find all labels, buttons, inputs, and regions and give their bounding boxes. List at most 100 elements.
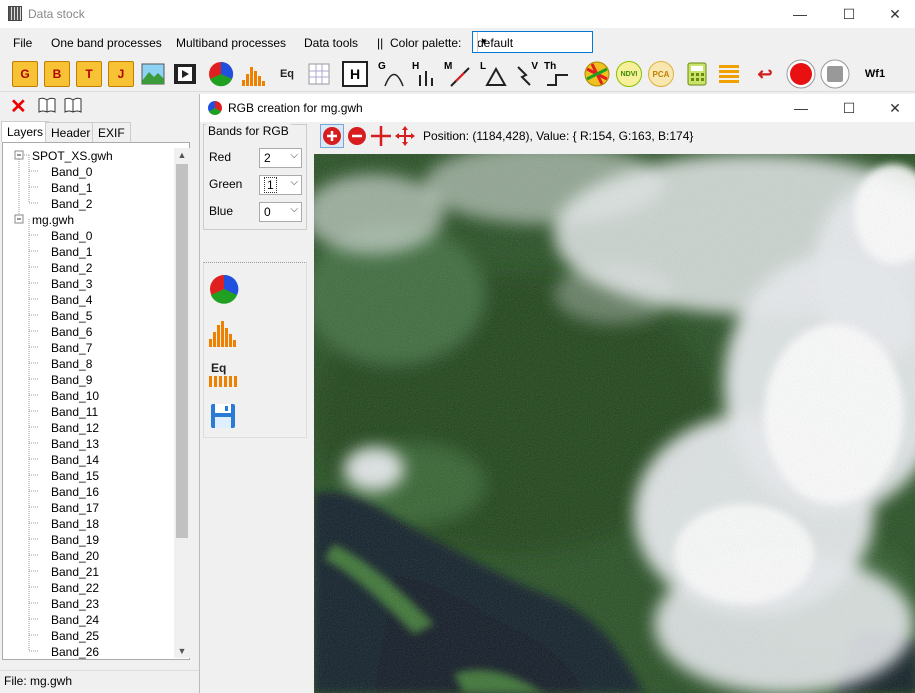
tree-scrollbar[interactable]: ▲ ▼ [174, 148, 190, 658]
tree-item-band[interactable]: Band_4 [51, 292, 92, 308]
tree-item-band[interactable]: Band_21 [51, 564, 99, 580]
b-file-icon[interactable]: B [44, 61, 70, 87]
blue-select[interactable]: 0 ⌵ [259, 202, 302, 222]
wf-icon[interactable]: Wf1 [860, 61, 890, 87]
pca-icon[interactable]: PCA [648, 61, 674, 87]
tree-item-band[interactable]: Band_8 [51, 356, 92, 372]
tree-item-band[interactable]: Band_22 [51, 580, 99, 596]
film-icon[interactable] [172, 61, 198, 87]
tree-item-band[interactable]: Band_25 [51, 628, 99, 644]
equalize-icon[interactable]: Eq [274, 61, 300, 87]
histogram-icon[interactable] [208, 319, 238, 350]
green-select[interactable]: 1 ⌵ [259, 175, 302, 195]
h-icon[interactable]: H [342, 61, 368, 87]
palette-select[interactable]: default ▼ [472, 31, 593, 53]
tree-item-band[interactable]: Band_23 [51, 596, 99, 612]
minimize-button[interactable]: — [777, 0, 823, 28]
tree-item-band[interactable]: Band_24 [51, 612, 99, 628]
triangle-icon[interactable]: L [480, 61, 507, 87]
g-file-icon[interactable]: G [12, 61, 38, 87]
maximize-button[interactable]: ☐ [826, 0, 872, 28]
book-icon[interactable] [64, 96, 82, 117]
minimize-button[interactable]: — [778, 94, 824, 122]
list-icon[interactable] [716, 61, 742, 87]
equalize-icon[interactable]: Eq [208, 359, 238, 390]
classify-icon[interactable] [584, 61, 610, 87]
save-icon[interactable] [210, 403, 236, 432]
window-title: Data stock [28, 7, 85, 21]
menu-one-band[interactable]: One band processes [51, 36, 162, 50]
chevron-down-icon[interactable]: ▼ [477, 32, 490, 52]
tree-item-band[interactable]: Band_3 [51, 276, 92, 292]
crosshair-icon[interactable] [370, 125, 392, 150]
calculator-icon[interactable] [684, 61, 710, 87]
scrollbar-thumb[interactable] [176, 164, 188, 538]
gauss-icon[interactable]: G [378, 61, 404, 87]
record-icon[interactable] [786, 59, 816, 89]
layer-toolbar: ✕ [0, 92, 200, 120]
tree-item-band[interactable]: Band_11 [51, 404, 98, 420]
chevron-up-icon[interactable]: ▲ [174, 148, 190, 162]
zoom-out-icon[interactable] [346, 125, 368, 150]
maximize-button[interactable]: ☐ [826, 94, 872, 122]
delete-icon[interactable]: ✕ [10, 94, 27, 119]
rgb-icon[interactable] [208, 273, 240, 308]
tree-item-band[interactable]: Band_1 [51, 244, 92, 260]
tab-header[interactable]: Header [45, 122, 97, 142]
zoom-in-icon[interactable] [320, 124, 344, 151]
lightning-icon[interactable]: V [512, 61, 538, 87]
tree-item-band[interactable]: Band_13 [51, 436, 99, 452]
tree-item-band[interactable]: Band_26 [51, 644, 99, 659]
tree-item-band[interactable]: Band_2 [51, 260, 92, 276]
tree-item-band[interactable]: Band_10 [51, 388, 99, 404]
tree-item-band[interactable]: Band_2 [51, 196, 92, 212]
tree-item-band[interactable]: Band_0 [51, 228, 92, 244]
move-icon[interactable] [394, 125, 416, 150]
m-curve-icon[interactable]: M [444, 61, 470, 87]
ndvi-icon[interactable]: NDVI [616, 61, 642, 87]
j-file-icon[interactable]: J [108, 61, 134, 87]
tree-item-band[interactable]: Band_1 [51, 180, 92, 196]
menu-multiband[interactable]: Multiband processes [176, 36, 286, 50]
grid-icon[interactable] [306, 61, 332, 87]
tree-node-mg[interactable]: mg.gwh [32, 212, 74, 228]
tree-item-band[interactable]: Band_18 [51, 516, 99, 532]
threshold-icon[interactable]: Th [544, 61, 570, 87]
tree-item-band[interactable]: Band_19 [51, 532, 99, 548]
stop-icon[interactable] [820, 59, 850, 89]
tree-node-spot[interactable]: SPOT_XS.gwh [32, 148, 113, 164]
close-button[interactable]: ✕ [872, 0, 915, 28]
tree-item-band[interactable]: Band_15 [51, 468, 99, 484]
red-value: 2 [264, 151, 271, 165]
tree-item-band[interactable]: Band_20 [51, 548, 99, 564]
menu-file[interactable]: File [13, 36, 32, 50]
t-file-icon[interactable]: T [76, 61, 102, 87]
menu-data-tools[interactable]: Data tools [304, 36, 358, 50]
tree-item-band[interactable]: Band_6 [51, 324, 92, 340]
satellite-image[interactable] [314, 154, 915, 693]
tree-item-band[interactable]: Band_17 [51, 500, 99, 516]
bands-legend: Bands for RGB [206, 124, 291, 138]
chevron-down-icon: ⌵ [290, 204, 298, 215]
tree-item-band[interactable]: Band_7 [51, 340, 92, 356]
tree-item-band[interactable]: Band_0 [51, 164, 92, 180]
tab-exif[interactable]: EXIF [92, 122, 131, 142]
rgb-window-title: RGB creation for mg.gwh [228, 101, 363, 115]
h-threshold-icon[interactable]: H [412, 61, 438, 87]
image-icon[interactable] [140, 61, 166, 87]
tab-layers[interactable]: Layers [1, 121, 50, 142]
open-book-icon[interactable] [38, 96, 56, 117]
tree-item-band[interactable]: Band_5 [51, 308, 92, 324]
tree-item-band[interactable]: Band_9 [51, 372, 92, 388]
chevron-down-icon[interactable]: ▼ [174, 644, 190, 658]
tree-item-band[interactable]: Band_12 [51, 420, 99, 436]
close-button[interactable]: ✕ [872, 94, 915, 122]
rgb-icon[interactable] [208, 61, 234, 87]
rgb-icon [208, 101, 222, 115]
undo-icon[interactable]: ↩ [752, 61, 778, 87]
status-bar: File: mg.gwh [0, 670, 200, 693]
tree-item-band[interactable]: Band_16 [51, 484, 99, 500]
tree-item-band[interactable]: Band_14 [51, 452, 99, 468]
histogram-icon[interactable] [240, 61, 266, 87]
red-select[interactable]: 2 ⌵ [259, 148, 302, 168]
